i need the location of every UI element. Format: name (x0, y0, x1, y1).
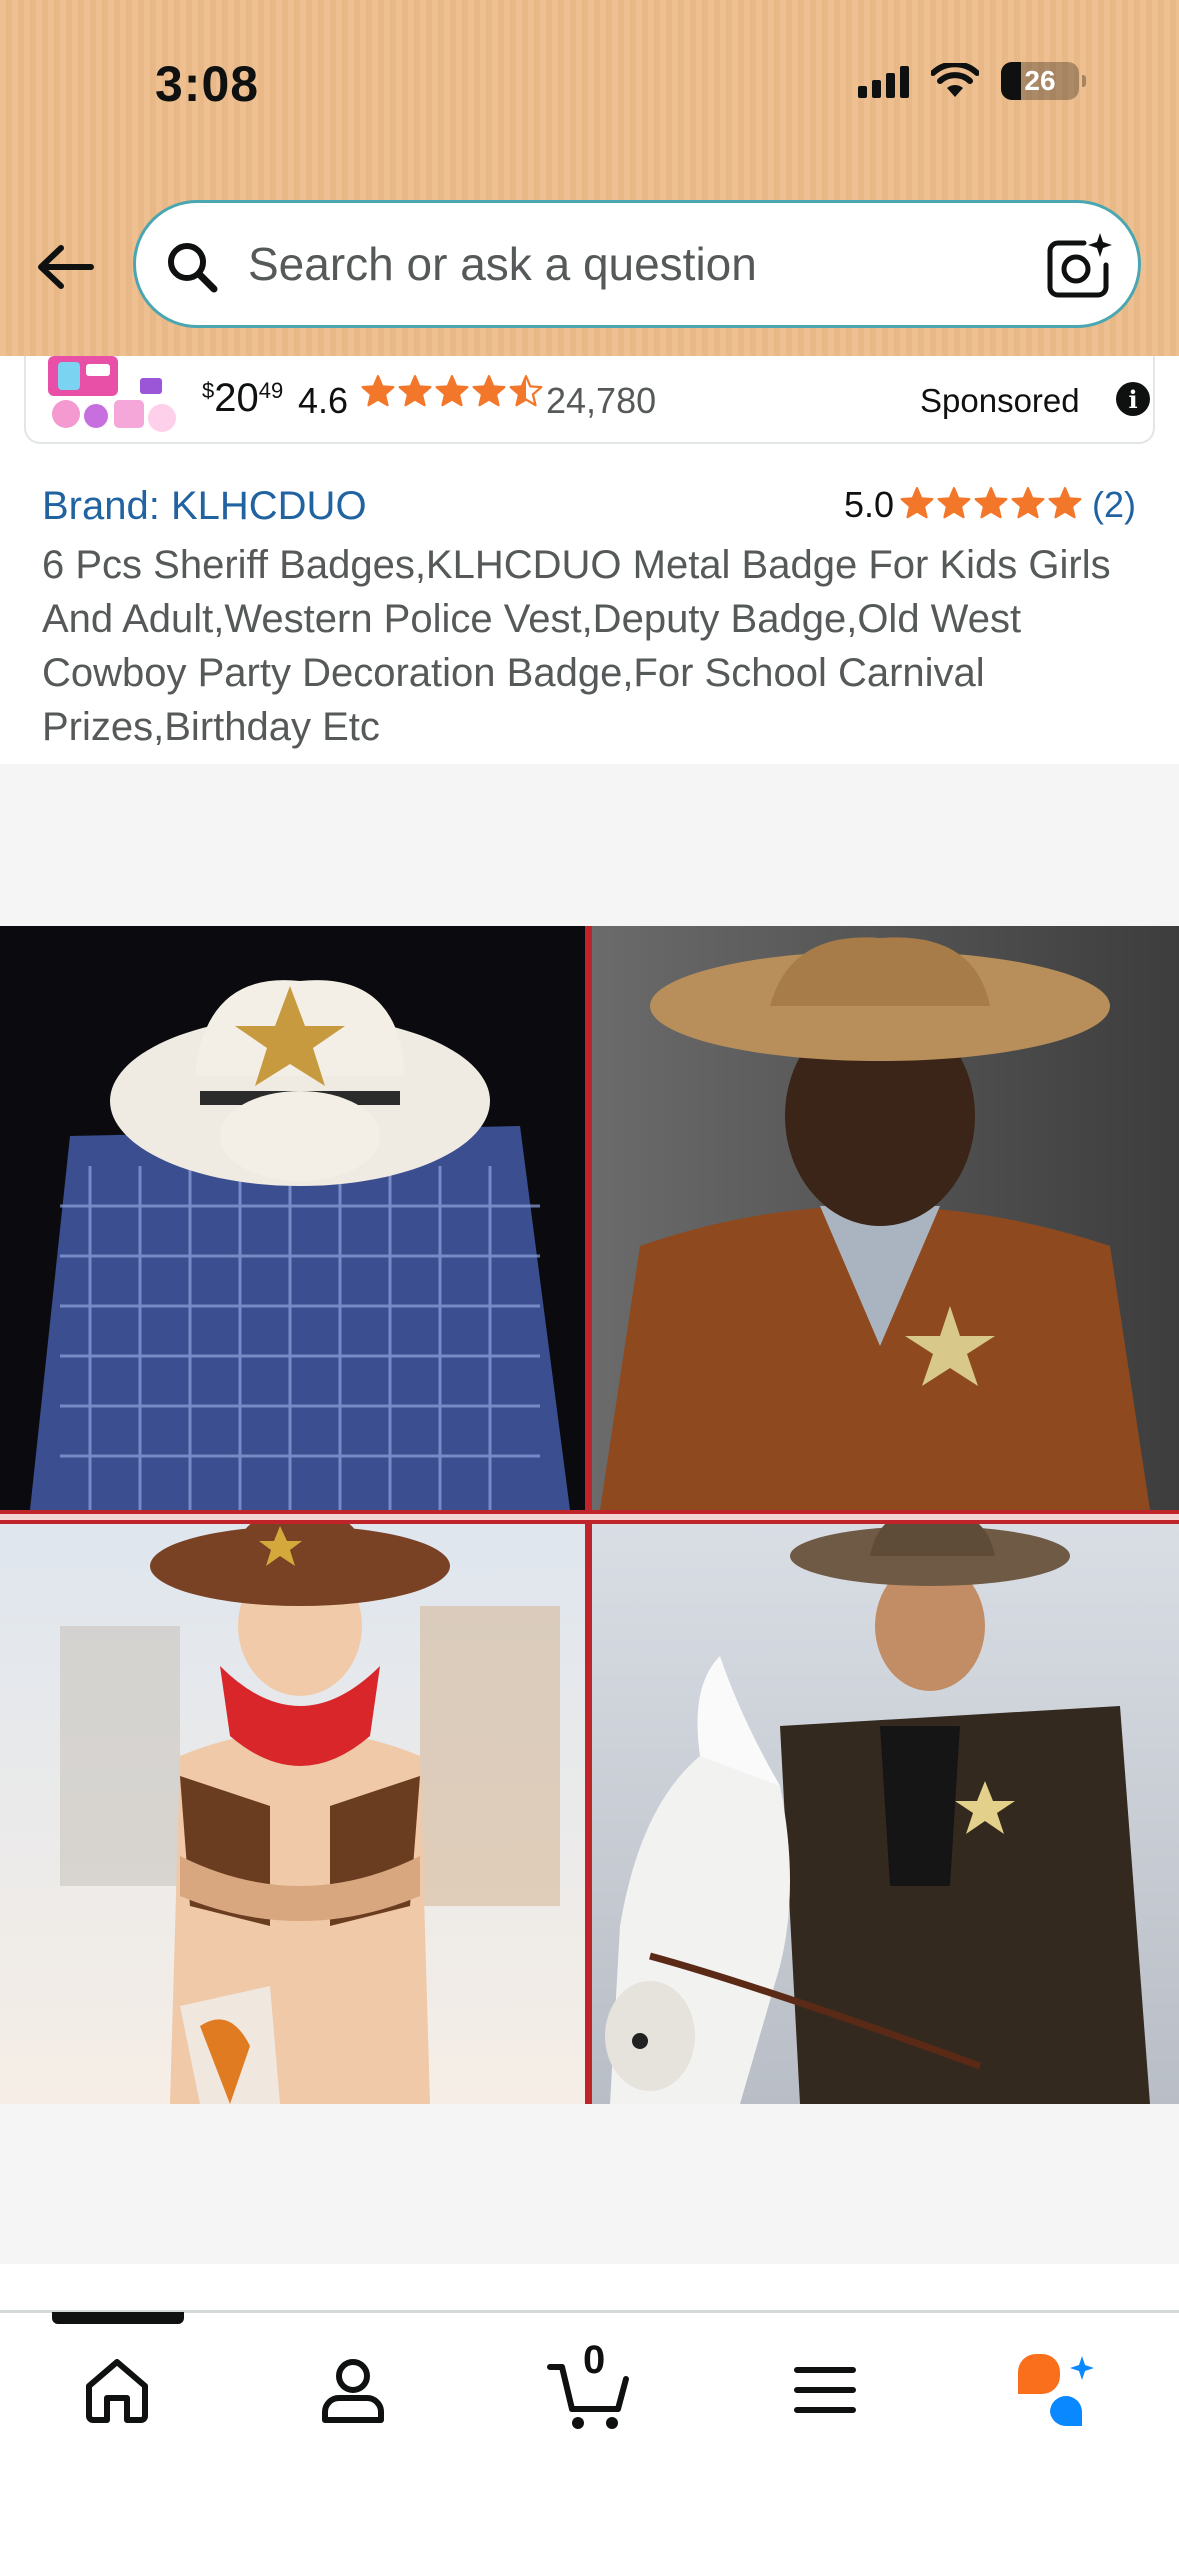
star-icon (472, 374, 506, 407)
search-input[interactable] (248, 203, 1008, 325)
home-icon (86, 2359, 148, 2423)
menu-icon (794, 2367, 856, 2413)
back-button[interactable] (30, 232, 100, 302)
currency-symbol: $ (202, 378, 215, 403)
sponsored-product-thumbnail[interactable] (44, 356, 184, 438)
product-rating-value: 5.0 (844, 484, 895, 525)
nav-rufus-assistant[interactable] (1005, 2340, 1105, 2440)
star-icon (435, 374, 469, 407)
star-icon (1048, 486, 1082, 519)
sponsored-rating-value: 4.6 (298, 380, 349, 421)
status-time: 3:08 (155, 56, 260, 112)
product-title: 6 Pcs Sheriff Badges,KLHCDUO Metal Badge… (42, 543, 1111, 749)
camera-lens-icon[interactable] (1044, 231, 1114, 301)
star-icon (509, 374, 543, 407)
price-whole: 20 (214, 376, 259, 420)
nav-account[interactable] (303, 2340, 403, 2440)
star-icon (974, 486, 1008, 519)
nav-menu[interactable] (775, 2340, 875, 2440)
product-star-rating[interactable] (900, 486, 1082, 520)
star-icon (1011, 486, 1045, 519)
star-icon (398, 374, 432, 407)
sponsored-review-count: 24,780 (546, 380, 657, 421)
top-header: 3:08 26 (0, 0, 1179, 356)
star-icon (900, 486, 934, 519)
brand-link[interactable]: Brand: KLHCDUO (42, 484, 367, 529)
product-image[interactable] (0, 926, 1179, 2104)
battery-level: 26 (1024, 65, 1056, 96)
info-icon[interactable]: i (1116, 382, 1150, 416)
status-icons: 26 (858, 62, 1086, 100)
rufus-assistant-icon (1018, 2354, 1094, 2427)
sponsored-price: $2049 (202, 376, 283, 421)
nav-cart[interactable]: 0 (539, 2338, 639, 2440)
account-icon (322, 2359, 384, 2423)
sponsored-label: Sponsored (920, 382, 1080, 419)
battery-icon: 26 (1001, 62, 1086, 100)
wifi-icon (931, 63, 979, 97)
back-arrow-icon (38, 245, 94, 289)
sponsored-product-card[interactable]: $2049 4.6 24,780 Sponsored i (24, 356, 1155, 444)
search-bar[interactable] (133, 200, 1141, 328)
star-icon (937, 486, 971, 519)
sponsored-star-rating (361, 374, 543, 408)
star-icon (361, 374, 395, 407)
cellular-signal-icon (858, 64, 909, 98)
price-fraction: 49 (258, 378, 284, 403)
product-review-count[interactable]: (2) (1092, 484, 1136, 526)
search-icon (168, 243, 218, 293)
cart-count: 0 (583, 2338, 606, 2382)
active-tab-indicator (52, 2312, 184, 2324)
nav-home[interactable] (67, 2340, 167, 2440)
